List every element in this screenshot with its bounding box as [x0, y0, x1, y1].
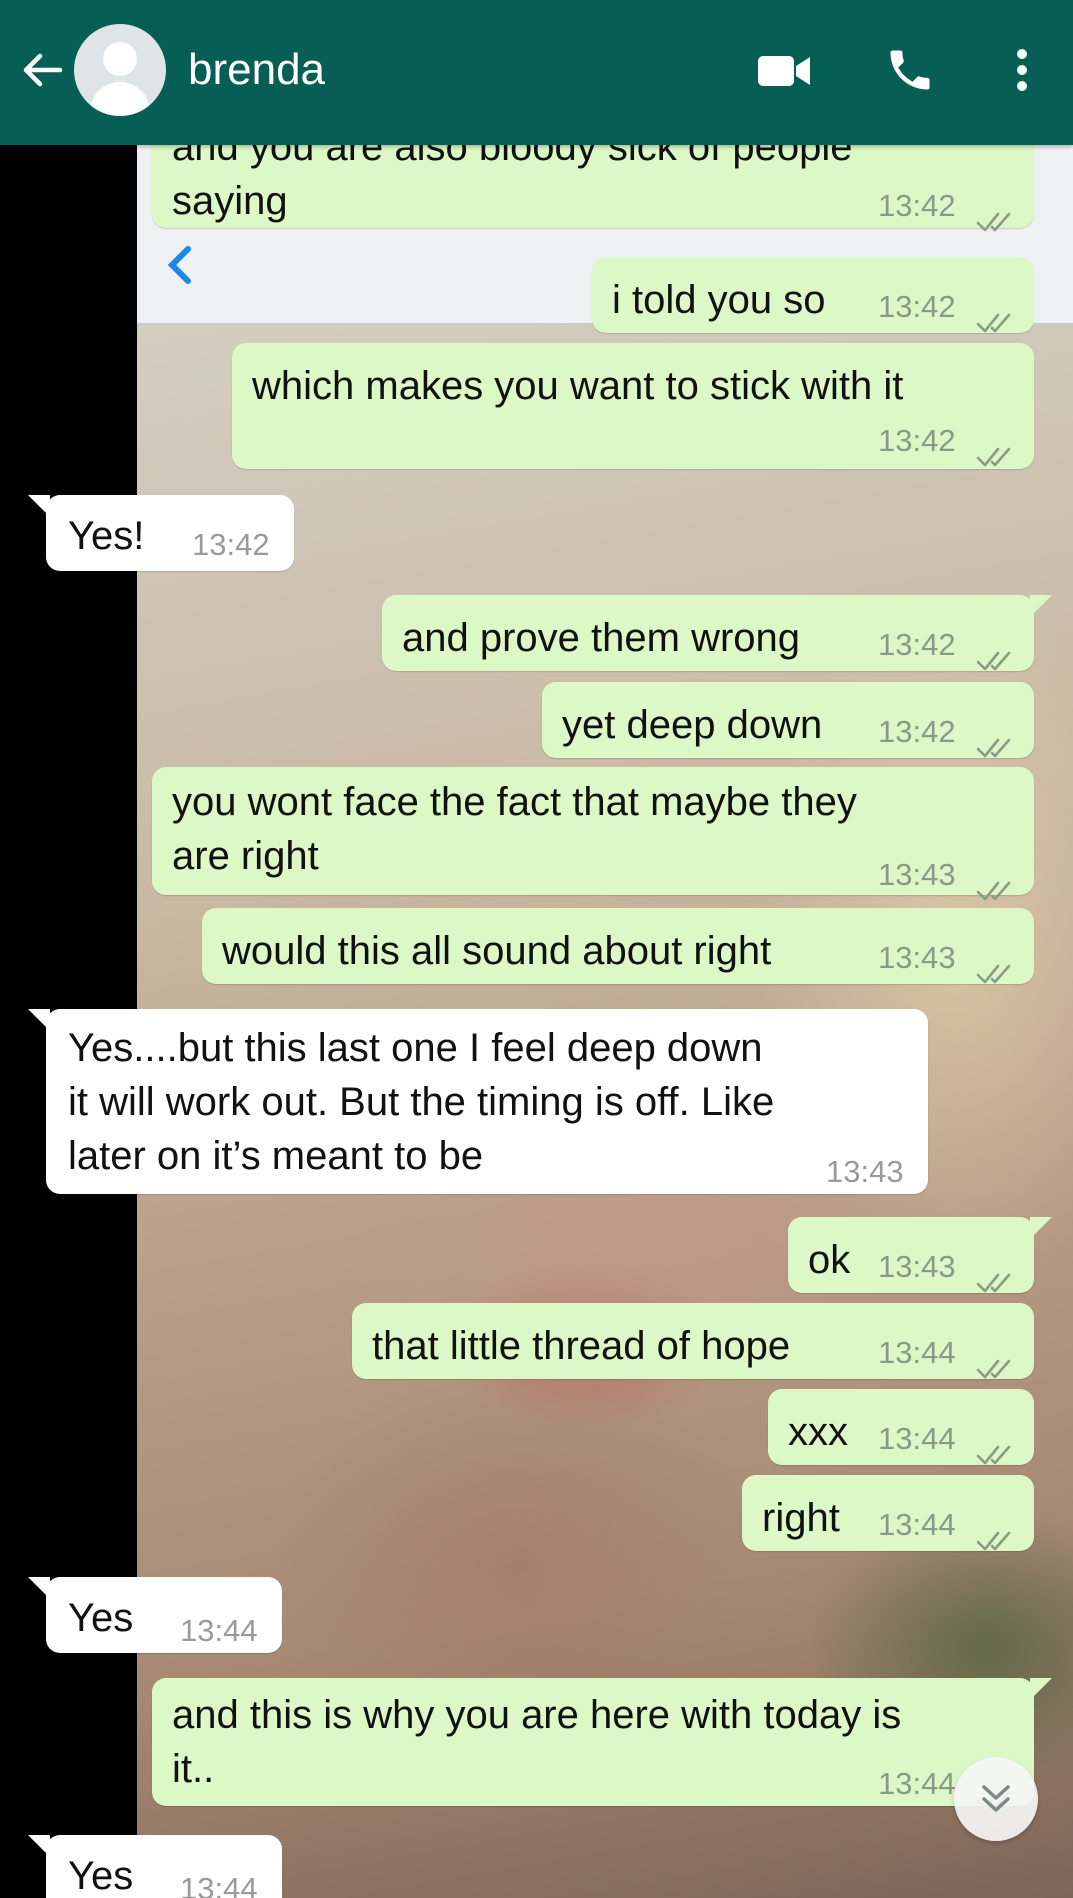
read-receipt-icon [976, 295, 1016, 333]
more-options-button[interactable] [992, 40, 1052, 100]
outgoing-message[interactable]: and prove them wrong 13:42 [382, 595, 1052, 671]
avatar-head-shape [103, 42, 137, 76]
outgoing-message[interactable]: that little thread of hope 13:44 [352, 1303, 1034, 1379]
message-timestamp: 13:44 [878, 1421, 956, 1456]
message-timestamp: 13:42 [878, 423, 956, 458]
message-text: saying [172, 179, 288, 223]
outgoing-message[interactable]: ok 13:43 [788, 1217, 1052, 1293]
message-timestamp: 13:43 [826, 1154, 904, 1189]
outgoing-message[interactable]: yet deep down 13:42 [542, 682, 1034, 758]
voice-call-button[interactable] [880, 40, 940, 100]
read-receipt-icon [976, 194, 1016, 232]
incoming-message[interactable]: Yes! 13:42 [28, 495, 294, 571]
message-text: Yes! [68, 514, 145, 558]
chevron-left-icon [167, 246, 191, 284]
message-timestamp: 13:42 [878, 289, 956, 324]
message-timestamp: 13:43 [878, 857, 956, 892]
read-receipt-icon [976, 429, 1016, 467]
read-receipt-icon [976, 863, 1016, 901]
read-receipt-icon [976, 1255, 1016, 1293]
read-receipt-icon [976, 1427, 1016, 1465]
outgoing-message[interactable]: xxx 13:44 [768, 1389, 1034, 1465]
bubble-tail [28, 495, 50, 517]
message-text: Yes....but this last one I feel deep dow… [68, 1026, 763, 1070]
double-chevron-down-icon [982, 1785, 1010, 1812]
incoming-message[interactable]: Yes....but this last one I feel deep dow… [28, 1009, 928, 1194]
message-text: you wont face the fact that maybe they [172, 780, 857, 824]
message-text: i told you so [612, 278, 826, 322]
message-text: Yes [68, 1854, 134, 1898]
bubble-tail [1030, 1217, 1052, 1239]
more-options-icon [1017, 49, 1027, 91]
avatar[interactable] [74, 24, 166, 116]
incoming-message[interactable]: Yes 13:44 [28, 1835, 282, 1898]
message-timestamp: 13:42 [878, 714, 956, 749]
outgoing-message[interactable]: and this is why you are here with today … [152, 1678, 1052, 1810]
bubble-tail [1030, 595, 1052, 617]
outgoing-message[interactable]: i told you so 13:42 [592, 257, 1034, 333]
message-timestamp: 13:42 [878, 188, 956, 223]
message-timestamp: 13:43 [878, 1249, 956, 1284]
incoming-message[interactable]: Yes 13:44 [28, 1577, 282, 1653]
message-text: right [762, 1496, 840, 1540]
read-receipt-icon [976, 1341, 1016, 1379]
message-timestamp: 13:42 [192, 527, 270, 562]
bubble-tail [28, 1009, 50, 1031]
video-call-icon [758, 56, 810, 86]
message-timestamp: 13:44 [878, 1335, 956, 1370]
back-button[interactable] [16, 44, 68, 96]
message-text: and this is why you are here with today … [172, 1693, 902, 1737]
read-receipt-icon [976, 720, 1016, 758]
outgoing-message[interactable]: which makes you want to stick with it 13:… [232, 343, 1034, 469]
message-timestamp: 13:42 [878, 627, 956, 662]
bubble-tail [28, 1577, 50, 1599]
read-receipt-icon [976, 1513, 1016, 1551]
chat-area[interactable]: and you are also bloody sick of people sa… [0, 145, 1073, 1898]
contact-name[interactable]: brenda [188, 44, 325, 96]
back-arrow-icon [23, 53, 63, 87]
bubble-tail [1030, 1678, 1052, 1700]
message-text: xxx [788, 1410, 848, 1454]
message-text: ok [808, 1238, 851, 1282]
message-text: later on it’s meant to be [68, 1134, 484, 1178]
message-text: it will work out. But the timing is off.… [68, 1080, 775, 1124]
outgoing-message[interactable]: and you are also bloody sick of people sa… [152, 145, 1034, 232]
outgoing-message[interactable]: right 13:44 [742, 1475, 1034, 1551]
message-timestamp: 13:43 [878, 940, 956, 975]
message-text: which makes you want to stick with it [252, 364, 904, 408]
message-timestamp: 13:44 [878, 1507, 956, 1542]
message-text: Yes [68, 1596, 134, 1640]
video-call-button[interactable] [754, 40, 814, 100]
message-timestamp: 13:44 [180, 1871, 258, 1898]
message-text: and prove them wrong [402, 616, 801, 660]
message-text: and you are also bloody sick of people [172, 145, 853, 169]
read-receipt-icon [976, 633, 1016, 671]
message-text: are right [172, 834, 319, 878]
read-receipt-icon [976, 946, 1016, 984]
avatar-body-shape [90, 82, 150, 116]
outgoing-message[interactable]: would this all sound about right 13:43 [202, 908, 1034, 984]
message-text: it.. [172, 1747, 215, 1791]
chat-header: brenda [0, 0, 1073, 145]
outgoing-message[interactable]: you wont face the fact that maybe they ar… [152, 767, 1034, 901]
bubble-tail [28, 1835, 50, 1857]
message-text: that little thread of hope [372, 1324, 791, 1368]
message-timestamp: 13:44 [878, 1766, 956, 1801]
message-text: would this all sound about right [222, 929, 772, 973]
message-text: yet deep down [562, 703, 823, 747]
scroll-to-bottom-button[interactable] [954, 1757, 1038, 1841]
phone-icon [890, 50, 930, 90]
message-timestamp: 13:44 [180, 1613, 258, 1648]
